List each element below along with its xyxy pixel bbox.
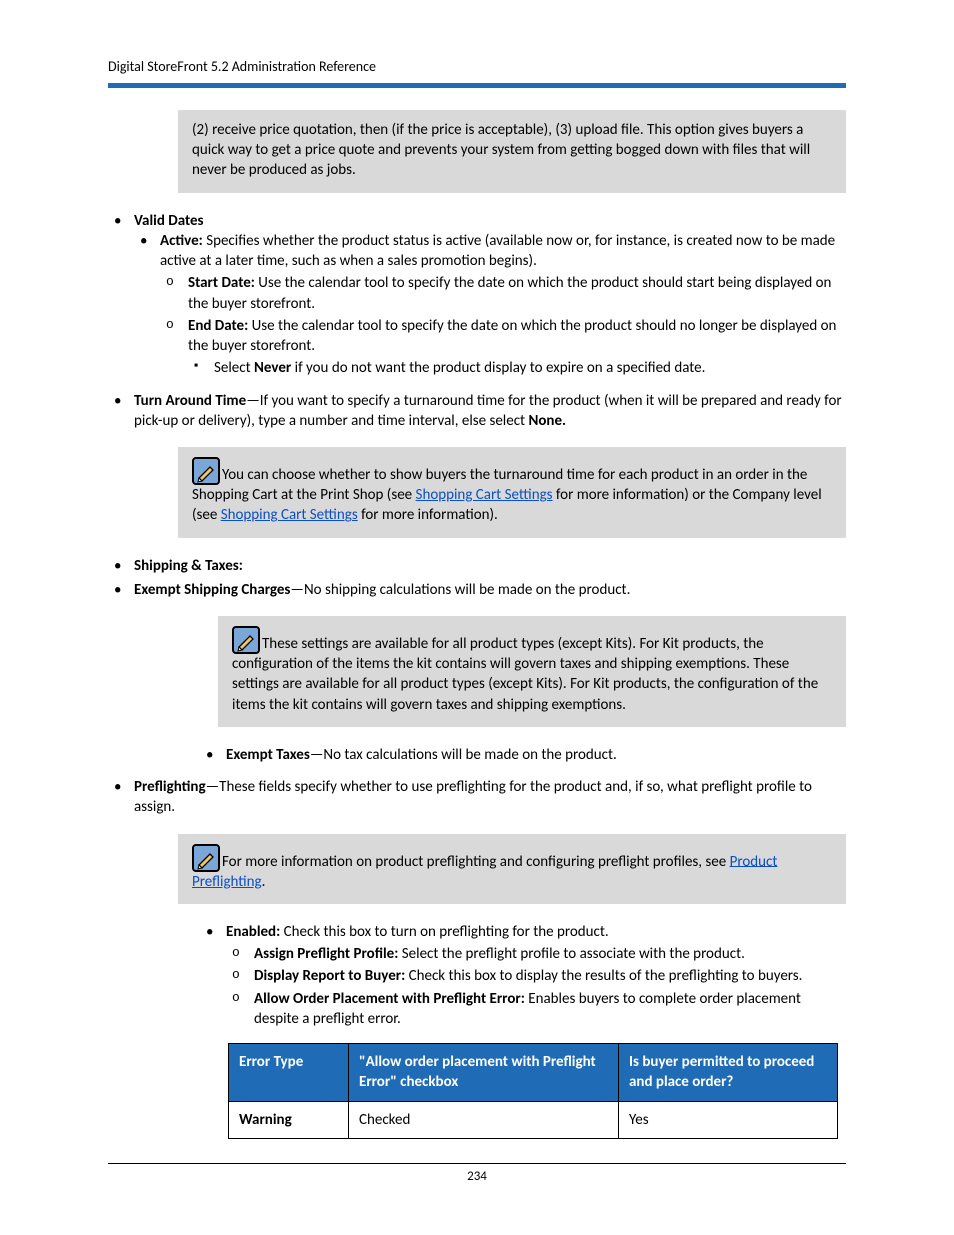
end-date-label: End Date: [188,317,248,335]
list-item: Allow Order Placement with Preflight Err… [226,989,846,1030]
list-shipping: Shipping & Taxes: Exempt Shipping Charge… [108,556,846,601]
page-number: 234 [467,1169,487,1184]
footer: 234 [108,1163,846,1186]
cell-buyer-permitted: Yes [619,1101,838,1138]
list-item: Turn Around Time—If you want to specify … [108,391,846,432]
note-box-shipping: These settings are available for all pro… [218,616,846,727]
note-turnaround-post: for more information). [358,506,498,524]
note-box-turnaround: You can choose whether to show buyers th… [178,447,846,538]
list-preflight-enabled: Enabled: Check this box to turn on prefl… [200,922,846,1029]
preflighting-text: —These fields specify whether to use pre… [134,778,812,816]
list-item: Shipping & Taxes: [108,556,846,576]
pencil-note-icon [232,626,260,654]
table-row: Warning Checked Yes [229,1101,838,1138]
document-page: Digital StoreFront 5.2 Administration Re… [0,0,954,1235]
valid-dates-heading: Valid Dates [134,212,204,230]
note-preflight-post: . [262,873,266,891]
preflight-error-table: Error Type "Allow order placement with P… [228,1043,838,1139]
note-box-preflight: For more information on product prefligh… [178,834,846,904]
allow-order-label: Allow Order Placement with Preflight Err… [254,990,525,1008]
note-shipping-text: These settings are available for all pro… [232,635,818,714]
pencil-note-icon [192,457,220,485]
enabled-text: Check this box to turn on preflighting f… [280,923,608,941]
list-preflighting: Preflighting—These fields specify whethe… [108,777,846,818]
list-item: Enabled: Check this box to turn on prefl… [200,922,846,1029]
display-report-text: Check this box to display the results of… [405,967,802,985]
enabled-label: Enabled: [226,923,280,941]
display-report-label: Display Report to Buyer: [254,967,405,985]
pencil-note-icon [192,844,220,872]
cell-error-type: Warning [229,1101,349,1138]
list-item: Exempt Shipping Charges—No shipping calc… [108,580,846,600]
end-date-text: Use the calendar tool to specify the dat… [188,317,836,355]
list-item: Select Never if you do not want the prod… [188,358,846,378]
assign-profile-text: Select the preflight profile to associat… [398,945,745,963]
exempt-taxes-text: —No tax calculations will be made on the… [310,746,617,764]
active-text: Specifies whether the product status is … [160,232,835,270]
shopping-cart-settings-link-2[interactable]: Shopping Cart Settings [221,506,358,524]
note-text: (2) receive price quotation, then (if th… [192,121,810,180]
note-preflight-pre: For more information on product prefligh… [222,852,730,870]
start-date-label: Start Date: [188,274,255,292]
list-item: Preflighting—These fields specify whethe… [108,777,846,818]
list-turnaround: Turn Around Time—If you want to specify … [108,391,846,432]
list-item: End Date: Use the calendar tool to speci… [160,316,846,379]
turnaround-none: None. [528,412,566,430]
list-item: Active: Specifies whether the product st… [134,231,846,379]
list-item: Assign Preflight Profile: Select the pre… [226,944,846,964]
preflighting-label: Preflighting [134,778,206,796]
exempt-shipping-label: Exempt Shipping Charges [134,581,290,599]
table-header-allow-checkbox: "Allow order placement with Preflight Er… [349,1044,619,1102]
exempt-shipping-text: —No shipping calculations will be made o… [290,581,630,599]
never-pre: Select [214,359,254,377]
cell-allow-checkbox: Checked [349,1101,619,1138]
list-valid-dates: Valid Dates Active: Specifies whether th… [108,211,846,379]
shipping-heading: Shipping & Taxes: [134,557,243,575]
table-header-error-type: Error Type [229,1044,349,1102]
table-header-buyer-permitted: Is buyer permitted to proceed and place … [619,1044,838,1102]
never-bold: Never [254,359,291,377]
turnaround-label: Turn Around Time [134,392,246,410]
start-date-text: Use the calendar tool to specify the dat… [188,274,831,312]
never-post: if you do not want the product display t… [291,359,705,377]
header-rule [108,83,846,88]
list-item: Valid Dates Active: Specifies whether th… [108,211,846,379]
list-item: Start Date: Use the calendar tool to spe… [160,273,846,314]
shopping-cart-settings-link[interactable]: Shopping Cart Settings [416,486,553,504]
list-item: Exempt Taxes—No tax calculations will be… [200,745,846,765]
list-exempt-taxes: Exempt Taxes—No tax calculations will be… [200,745,846,765]
active-label: Active: [160,232,203,250]
header-title: Digital StoreFront 5.2 Administration Re… [108,58,846,77]
note-box-intro: (2) receive price quotation, then (if th… [178,110,846,193]
exempt-taxes-label: Exempt Taxes [226,746,310,764]
list-item: Display Report to Buyer: Check this box … [226,966,846,986]
assign-profile-label: Assign Preflight Profile: [254,945,398,963]
